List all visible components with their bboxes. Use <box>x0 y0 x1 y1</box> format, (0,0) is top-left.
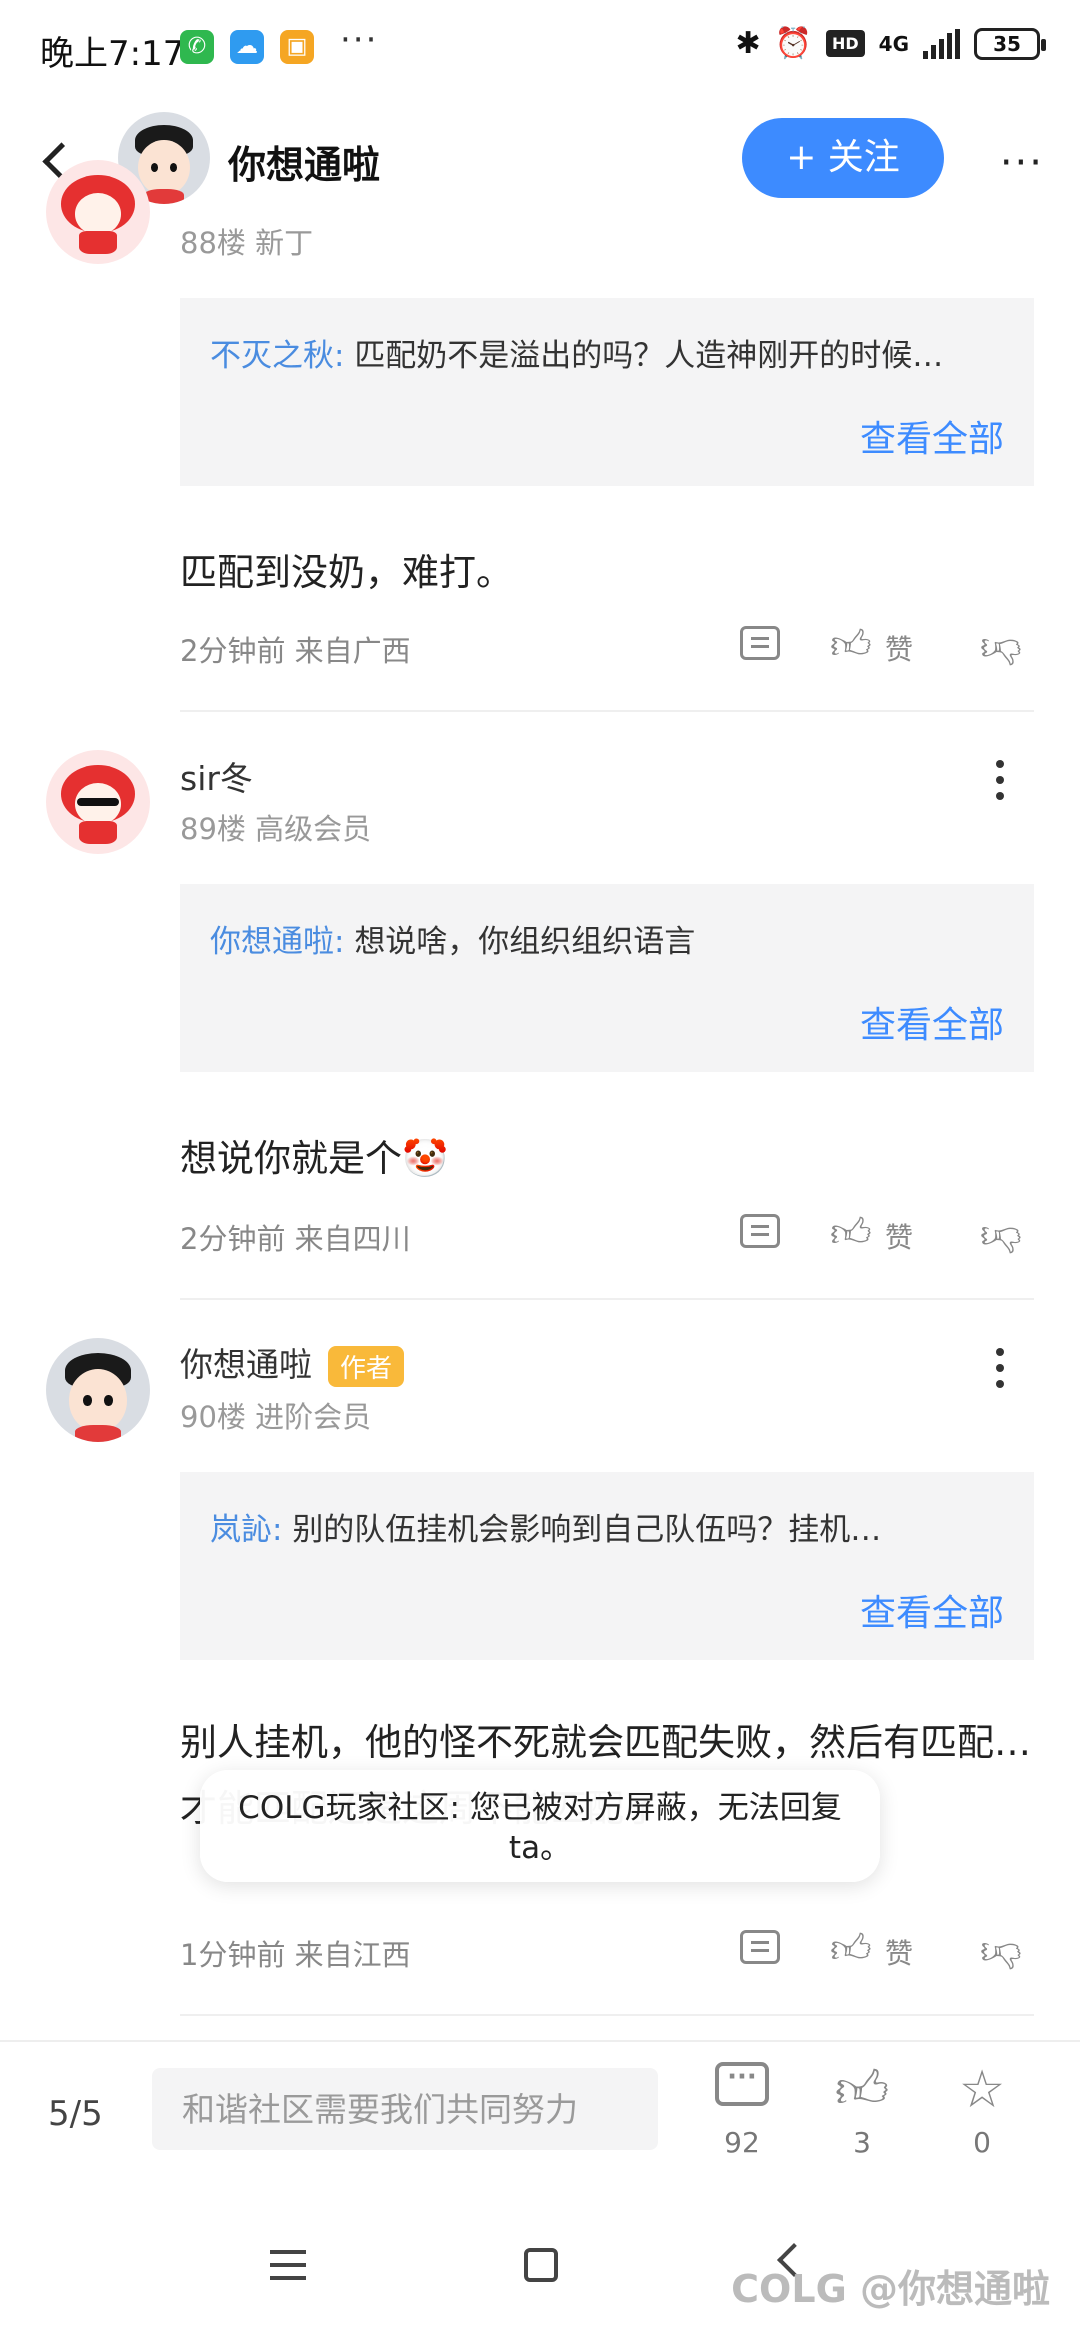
signal-icon <box>923 28 960 59</box>
thumbs-up-icon[interactable]: 👍︎ <box>830 1208 872 1258</box>
comments-count: 92 <box>724 2126 760 2159</box>
likes-count: 3 <box>853 2126 871 2159</box>
reply-actions: 👍︎ 赞 👍︎ <box>740 1208 1040 1260</box>
divider <box>180 2014 1034 2016</box>
divider <box>180 1298 1034 1300</box>
view-all-link[interactable]: 查看全部 <box>860 410 1004 462</box>
status-bar: 晚上7:17 ✆ ☁ ▣ ··· ✱ ⏰ HD 4G 35 <box>0 0 1080 100</box>
thumbs-up-icon[interactable]: 👍︎ <box>830 620 872 670</box>
quote-username: 你想通啦: <box>210 924 345 960</box>
star-icon: ☆ <box>958 2060 1006 2120</box>
comment-icon[interactable] <box>740 626 780 660</box>
network-type: 4G <box>878 31 909 56</box>
floor-label: 89楼 高级会员 <box>180 812 372 846</box>
battery-icon: 35 <box>974 27 1046 60</box>
watermark: COLG @你想通啦 <box>731 2267 1050 2311</box>
status-icons: ✱ ⏰ HD 4G 35 <box>735 26 1046 61</box>
favorite-button[interactable]: ☆ <box>942 2062 1022 2118</box>
like-label[interactable]: 赞 <box>885 1932 913 1972</box>
quoted-reply[interactable]: 你想通啦: 想说啥，你组织组织语言 查看全部 <box>180 884 1034 1072</box>
comment-input[interactable] <box>152 2068 658 2150</box>
page-indicator[interactable]: 5/5 <box>48 2094 103 2134</box>
menu-icon[interactable] <box>270 2250 306 2280</box>
reply-meta: 2分钟前 来自四川 <box>180 1222 411 1256</box>
thread-header: 你想通啦 + 关注 ··· <box>0 100 1080 220</box>
phone-app-icon: ✆ <box>180 30 214 64</box>
reply-actions: 👍︎ 赞 👍︎ <box>740 620 1040 672</box>
alarm-icon: ⏰ <box>774 26 812 61</box>
gallery-app-icon: ▣ <box>280 30 314 64</box>
like-label[interactable]: 赞 <box>885 1216 913 1256</box>
avatar[interactable] <box>46 160 150 264</box>
author-badge: 作者 <box>328 1346 405 1387</box>
like-label[interactable]: 赞 <box>885 628 913 668</box>
avatar[interactable] <box>46 1338 150 1442</box>
reply-menu-button[interactable] <box>990 760 1010 820</box>
thumbs-down-icon[interactable]: 👍︎ <box>980 1212 1022 1262</box>
reply-meta: 2分钟前 来自广西 <box>180 634 411 668</box>
toast-message: COLG玩家社区: 您已被对方屏蔽，无法回复ta。 <box>200 1770 880 1882</box>
quoted-reply[interactable]: 岚訫: 别的队伍挂机会影响到自己队伍吗？挂机… 查看全部 <box>180 1472 1034 1660</box>
quote-username: 岚訫: <box>210 1512 283 1548</box>
comment-icon[interactable] <box>740 1214 780 1248</box>
comments-button[interactable] <box>702 2062 782 2106</box>
thumbs-up-icon: 👍︎ <box>834 2060 890 2120</box>
favorites-count: 0 <box>973 2126 991 2159</box>
bottom-action-bar: 5/5 92 👍︎ 3 ☆ 0 <box>0 2040 1080 2210</box>
view-all-link[interactable]: 查看全部 <box>860 996 1004 1048</box>
reply-actions: 👍︎ 赞 👍︎ <box>740 1924 1040 1976</box>
floor-label: 88楼 新丁 <box>180 226 314 260</box>
cloud-app-icon: ☁ <box>230 30 264 64</box>
reply-username[interactable]: 你想通啦 作者 <box>180 1338 405 1387</box>
avatar[interactable] <box>46 750 150 854</box>
reply-content: 想说你就是个🤡 <box>180 1137 449 1180</box>
reply-menu-button[interactable] <box>990 1348 1010 1408</box>
quote-text: 别的队伍挂机会影响到自己队伍吗？挂机… <box>292 1512 882 1548</box>
status-time: 晚上7:17 <box>40 34 185 74</box>
quote-text: 匹配奶不是溢出的吗？人造神刚开的时候… <box>354 338 944 374</box>
system-nav-bar: COLG @你想通啦 <box>0 2210 1080 2340</box>
floor-label: 90楼 进阶会员 <box>180 1400 372 1434</box>
quote-text: 想说啥，你组织组织语言 <box>354 924 696 960</box>
quote-username: 不灭之秋: <box>210 338 345 374</box>
reply-meta: 1分钟前 来自江西 <box>180 1938 411 1972</box>
comments-icon <box>715 2062 769 2106</box>
more-options-button[interactable]: ··· <box>1000 140 1044 186</box>
hd-icon: HD <box>825 30 865 57</box>
bluetooth-icon: ✱ <box>735 26 761 61</box>
comment-icon[interactable] <box>740 1930 780 1964</box>
view-all-link[interactable]: 查看全部 <box>860 1584 1004 1636</box>
thumbs-up-icon[interactable]: 👍︎ <box>830 1924 872 1974</box>
reply-username[interactable]: sir冬 <box>180 752 253 800</box>
home-icon[interactable] <box>524 2248 558 2282</box>
follow-button[interactable]: + 关注 <box>742 118 944 198</box>
reply-content: 匹配到没奶，难打。 <box>180 551 513 594</box>
thumbs-down-icon[interactable]: 👍︎ <box>980 624 1022 674</box>
thumbs-down-icon[interactable]: 👍︎ <box>980 1928 1022 1978</box>
divider <box>180 710 1034 712</box>
author-name[interactable]: 你想通啦 <box>228 134 380 189</box>
quoted-reply[interactable]: 不灭之秋: 匹配奶不是溢出的吗？人造神刚开的时候… 查看全部 <box>180 298 1034 486</box>
like-button[interactable]: 👍︎ <box>822 2062 902 2118</box>
more-notifications-icon: ··· <box>340 20 379 60</box>
